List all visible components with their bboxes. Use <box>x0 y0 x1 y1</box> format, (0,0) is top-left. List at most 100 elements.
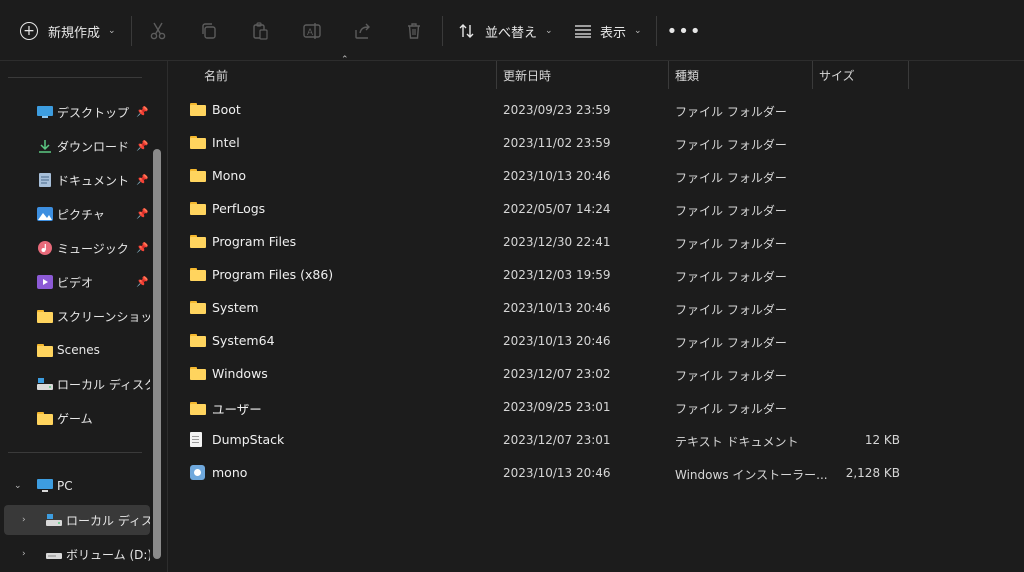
file-type: ファイル フォルダー <box>675 237 787 251</box>
file-type: ファイル フォルダー <box>675 204 787 218</box>
sidebar-item-label: ドキュメント <box>57 173 130 188</box>
copy-icon[interactable] <box>199 21 219 41</box>
toolbar-divider <box>131 16 132 46</box>
column-header-size[interactable]: サイズ <box>819 61 855 89</box>
pin-icon: 📌 <box>136 208 149 220</box>
file-name: DumpStack <box>212 432 285 447</box>
column-divider[interactable] <box>908 61 909 89</box>
file-row[interactable]: Program Files (x86) 2023/12/03 19:59 ファイル … <box>168 259 1024 292</box>
file-row[interactable]: Mono 2023/10/13 20:46 ファイル フォルダー <box>168 160 1024 193</box>
file-row[interactable]: Intel 2023/11/02 23:59 ファイル フォルダー <box>168 127 1024 160</box>
folder-icon <box>37 411 53 425</box>
sidebar-divider <box>8 77 142 78</box>
share-icon[interactable] <box>353 21 373 41</box>
file-date: 2023/10/13 20:46 <box>503 301 611 315</box>
file-date: 2022/05/07 14:24 <box>503 202 611 216</box>
pin-icon: 📌 <box>136 140 149 152</box>
toolbar-divider <box>656 16 657 46</box>
file-name: System64 <box>212 333 275 348</box>
file-row[interactable]: ユーザー 2023/09/25 23:01 ファイル フォルダー <box>168 391 1024 424</box>
sidebar-item-downloads[interactable]: ダウンロード 📌 <box>0 131 150 161</box>
file-row[interactable]: Windows 2023/12/07 23:02 ファイル フォルダー <box>168 358 1024 391</box>
rename-icon[interactable]: A <box>302 21 322 41</box>
sidebar-item-documents[interactable]: ドキュメント 📌 <box>0 165 150 195</box>
file-date: 2023/12/03 19:59 <box>503 268 611 282</box>
file-row[interactable]: Program Files 2023/12/30 22:41 ファイル フォルダー <box>168 226 1024 259</box>
sidebar-item-local-disk-selected[interactable]: › ローカル ディスク ( <box>4 505 150 535</box>
column-divider[interactable] <box>668 61 669 89</box>
file-date: 2023/12/07 23:01 <box>503 433 611 447</box>
file-type: ファイル フォルダー <box>675 369 787 383</box>
more-options-button[interactable]: ••• <box>667 13 701 49</box>
documents-icon <box>39 173 51 187</box>
file-date: 2023/10/13 20:46 <box>503 466 611 480</box>
file-row[interactable]: Boot 2023/09/23 23:59 ファイル フォルダー <box>168 94 1024 127</box>
drive-icon <box>37 378 53 390</box>
cut-icon[interactable] <box>148 21 168 41</box>
file-type: ファイル フォルダー <box>675 336 787 350</box>
sidebar-item-volume-d[interactable]: › ボリューム (D:) <box>0 539 150 569</box>
svg-text:A: A <box>307 27 313 37</box>
pin-icon: 📌 <box>136 242 149 254</box>
sort-button[interactable]: 並べ替え ⌄ <box>458 13 553 49</box>
column-header-date[interactable]: 更新日時 <box>503 61 551 89</box>
file-name-cell: DumpStack <box>190 432 284 447</box>
folder-icon <box>190 169 206 182</box>
file-type: ファイル フォルダー <box>675 402 787 416</box>
column-header-name[interactable]: 名前 <box>204 61 228 89</box>
text-file-icon <box>190 432 202 447</box>
sidebar-item-label: ローカル ディスク (C <box>57 377 150 392</box>
sidebar-item-screenshots[interactable]: スクリーンショット <box>0 301 150 331</box>
sidebar-item-music[interactable]: ミュージック 📌 <box>0 233 150 263</box>
pictures-icon <box>37 207 53 221</box>
file-date: 2023/09/25 23:01 <box>503 400 611 414</box>
sidebar-item-games[interactable]: ゲーム <box>0 403 150 433</box>
delete-icon[interactable] <box>404 21 424 41</box>
toolbar-divider <box>442 16 443 46</box>
file-row[interactable]: DumpStack 2023/12/07 23:01 テキスト ドキュメント 12 K… <box>168 424 1024 457</box>
folder-icon <box>190 334 206 347</box>
view-icon <box>575 25 591 38</box>
file-name: Mono <box>212 168 247 183</box>
column-divider[interactable] <box>812 61 813 89</box>
file-name: Program Files (x86) <box>212 267 334 282</box>
file-name: Program Files <box>212 234 297 249</box>
file-name-cell: Mono <box>190 168 246 183</box>
command-bar: + 新規作成 ⌄ A 並べ替え ⌄ 表示 ⌄ ••• <box>0 0 1024 61</box>
sort-button-label: 並べ替え <box>485 25 538 41</box>
sidebar-item-label: ローカル ディスク ( <box>66 513 150 528</box>
chevron-down-icon[interactable]: ⌄ <box>14 481 22 491</box>
column-header-type[interactable]: 種類 <box>675 61 699 89</box>
new-button[interactable]: + 新規作成 ⌄ <box>20 13 116 49</box>
sidebar-item-label: デスクトップ <box>57 105 130 120</box>
pin-icon: 📌 <box>136 276 149 288</box>
paste-icon[interactable] <box>250 21 270 41</box>
sidebar-item-desktop[interactable]: デスクトップ 📌 <box>0 97 150 127</box>
view-button[interactable]: 表示 ⌄ <box>574 13 642 49</box>
file-row[interactable]: System64 2023/10/13 20:46 ファイル フォルダー <box>168 325 1024 358</box>
file-date: 2023/12/07 23:02 <box>503 367 611 381</box>
sidebar-item-label: ピクチャ <box>57 207 105 222</box>
file-row[interactable]: System 2023/10/13 20:46 ファイル フォルダー <box>168 292 1024 325</box>
sidebar-item-local-disk-c[interactable]: ローカル ディスク (C <box>0 369 150 399</box>
file-name-cell: mono <box>190 465 247 480</box>
file-type: ファイル フォルダー <box>675 270 787 284</box>
file-name-cell: System64 <box>190 333 275 348</box>
sidebar-item-pictures[interactable]: ピクチャ 📌 <box>0 199 150 229</box>
pin-icon: 📌 <box>136 174 149 186</box>
folder-icon <box>190 136 206 149</box>
sidebar-scrollbar[interactable] <box>153 149 161 559</box>
file-row[interactable]: mono 2023/10/13 20:46 Windows インストーラー... 2,… <box>168 457 1024 490</box>
sidebar-item-videos[interactable]: ビデオ 📌 <box>0 267 150 297</box>
sidebar-item-label: Scenes <box>57 343 100 357</box>
chevron-right-icon[interactable]: › <box>22 549 26 559</box>
installer-icon <box>190 465 205 480</box>
chevron-right-icon[interactable]: › <box>22 515 26 525</box>
file-name: mono <box>212 465 248 480</box>
file-row[interactable]: PerfLogs 2022/05/07 14:24 ファイル フォルダー <box>168 193 1024 226</box>
file-name: Boot <box>212 102 241 117</box>
sidebar-item-pc[interactable]: ⌄ PC <box>0 471 150 501</box>
column-divider[interactable] <box>496 61 497 89</box>
navigation-pane: デスクトップ 📌 ダウンロード 📌 ドキュメント 📌 ピクチャ 📌 ミュージック… <box>0 61 168 572</box>
sidebar-item-scenes[interactable]: Scenes <box>0 335 150 365</box>
